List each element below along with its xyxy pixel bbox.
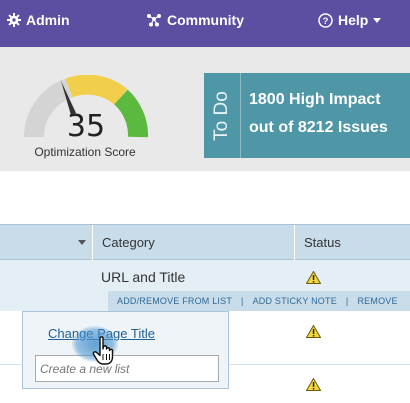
gauge-segment-mid (65, 75, 128, 105)
community-icon (147, 14, 161, 27)
warning-icon (306, 325, 321, 338)
row-actions-bar: ADD/REMOVE FROM LIST | ADD STICKY NOTE |… (108, 291, 410, 311)
todo-panel[interactable]: To Do 1800 High Impact out of 8212 Issue… (204, 73, 410, 158)
action-separator: | (345, 296, 349, 306)
todo-tab-label: To Do (211, 90, 232, 141)
create-list-input[interactable] (35, 355, 219, 382)
add-sticky-note-action[interactable]: ADD STICKY NOTE (253, 296, 337, 306)
gauge-segment-high (113, 89, 148, 138)
admin-menu[interactable]: Admin (7, 0, 70, 40)
score-label: Optimization Score (34, 145, 136, 159)
help-label: Help (338, 12, 369, 28)
warning-icon (306, 378, 321, 391)
add-to-list-popup: Change Page Title (22, 311, 229, 389)
help-circle-icon: ? (318, 12, 333, 28)
help-menu[interactable]: ? Help (318, 0, 382, 40)
column-header-status[interactable]: Status (304, 235, 341, 250)
action-separator: | (241, 296, 244, 306)
score-band: 35 Optimization Score To Do 1800 High Im… (0, 47, 410, 171)
community-label: Community (167, 12, 244, 28)
warning-icon (306, 271, 321, 284)
todo-total-issues: out of 8212 Issues (249, 119, 388, 136)
column-header-category[interactable]: Category (102, 235, 155, 250)
todo-high-impact-count: 1800 High Impact (249, 91, 381, 108)
category-cell: URL and Title (101, 269, 186, 285)
top-nav-bar: Admin Community ? Help (0, 0, 410, 47)
table-header: Category Status (0, 224, 410, 260)
add-remove-from-list-action[interactable]: ADD/REMOVE FROM LIST (117, 296, 232, 306)
hand-pointer-icon (92, 336, 114, 365)
remove-action[interactable]: REMOVE (357, 296, 397, 306)
chevron-down-icon (373, 17, 382, 23)
admin-label: Admin (26, 12, 70, 28)
sort-arrow-icon[interactable] (78, 240, 86, 245)
column-divider (92, 225, 93, 260)
todo-tab: To Do (204, 73, 241, 158)
gear-icon (7, 13, 21, 27)
column-divider (294, 225, 295, 260)
score-value: 35 (66, 109, 106, 144)
svg-text:?: ? (323, 16, 329, 27)
community-menu[interactable]: Community (146, 0, 244, 40)
